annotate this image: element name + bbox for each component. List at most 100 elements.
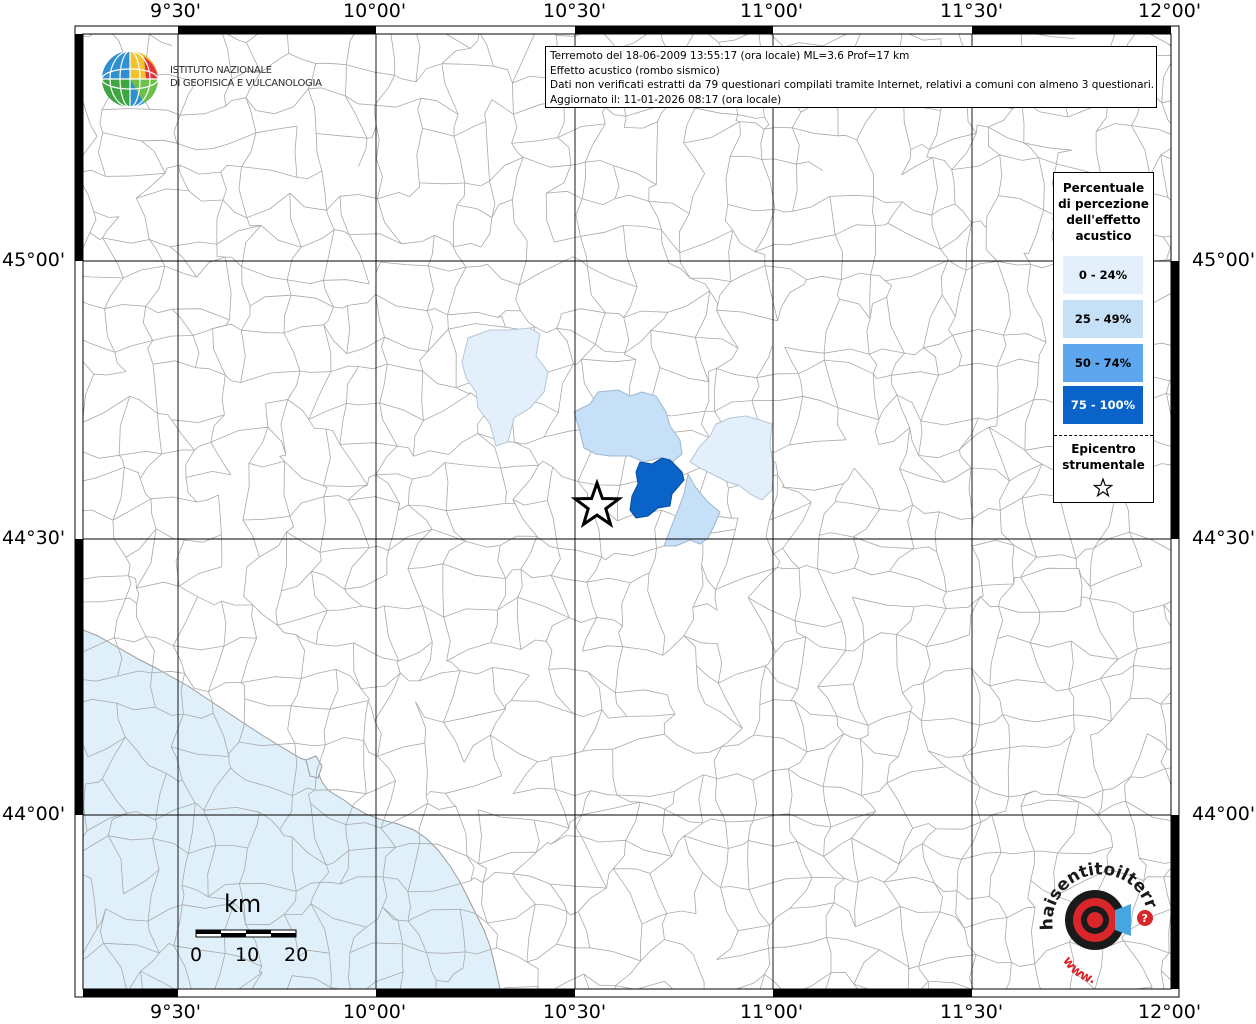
municipal-boundary-line [1180, 858, 1214, 860]
lon-label-top: 10°00' [343, 0, 407, 22]
municipal-boundary-line [1077, 1014, 1098, 1021]
municipal-boundary-line [1176, 554, 1185, 589]
legend-class-0-24: 0 - 24% [1063, 256, 1143, 294]
municipal-boundary-line [1169, 43, 1171, 45]
lon-label-top: 12°00' [1138, 0, 1202, 22]
legend-epicenter-line: strumentale [1062, 458, 1145, 472]
municipal-boundary-line [1179, 640, 1208, 646]
municipal-boundary-line [1186, 666, 1214, 682]
legend-divider [1054, 435, 1153, 436]
municipal-boundary-line [70, 296, 75, 335]
municipal-boundary-line [1179, 329, 1211, 347]
municipal-boundary-line [329, 987, 332, 989]
municipal-boundary-line [695, 1017, 729, 1024]
municipal-boundary-line [68, 534, 72, 581]
scale-tick-label: 0 [190, 944, 203, 966]
event-info-box: Terremoto del 18-06-2009 13:55:17 (ora l… [545, 46, 1157, 108]
legend-box: Percentuale di percezione dell'effetto a… [1053, 172, 1154, 503]
municipal-boundary-line [956, 22, 1000, 26]
municipal-boundary-line [1056, 1014, 1076, 1024]
municipal-boundary-line [739, 987, 741, 989]
municipal-boundary-line [284, 1020, 310, 1024]
legend-title-line: Percentuale [1062, 181, 1145, 195]
municipal-boundary-line [903, 1000, 914, 1017]
municipal-boundary-line [146, 34, 150, 35]
lon-label-top: 11°30' [940, 0, 1004, 22]
municipal-boundary-line [69, 962, 79, 973]
municipal-boundary-line [1184, 467, 1219, 484]
municipal-boundary-line [1180, 449, 1183, 466]
legend-title-line: dell'effetto [1066, 213, 1141, 227]
legend-title-line: di percezione [1058, 197, 1149, 211]
municipal-boundary-line [1165, 767, 1171, 769]
municipal-boundary-line [826, 1015, 878, 1023]
municipal-boundary-line [428, 1011, 467, 1024]
municipal-boundary-line [69, 972, 82, 1008]
lat-label-right: 45°00' [1192, 249, 1256, 271]
legend-epicenter-label: Epicentro strumentale [1054, 441, 1153, 473]
lon-label-bottom: 9°30' [150, 1001, 201, 1023]
municipal-boundary-line [70, 581, 74, 602]
scale-tick-label: 20 [284, 944, 309, 966]
municipal-boundary-line [878, 1013, 914, 1021]
municipal-boundary-line [1098, 1021, 1107, 1024]
municipal-boundary-line [1098, 1021, 1124, 1024]
star-icon [1093, 478, 1113, 498]
lat-label-right: 44°30' [1192, 527, 1256, 549]
lat-label-left: 44°30' [2, 527, 66, 549]
scale-unit: km [224, 890, 262, 918]
municipal-boundary-line [467, 1011, 482, 1024]
municipal-boundary-line [479, 24, 539, 33]
svg-text:?: ? [1142, 912, 1148, 925]
municipal-boundary-line [71, 678, 72, 705]
hst-logo-prefix: www. [1059, 954, 1096, 988]
municipal-boundary-line [212, 998, 223, 1024]
lon-label-bottom: 12°00' [1138, 1001, 1202, 1023]
municipal-boundary-line [467, 1011, 474, 1024]
municipal-boundary-line [695, 1017, 704, 1024]
lon-label-bottom: 10°30' [543, 1001, 607, 1023]
municipal-boundary-line [72, 511, 80, 534]
lon-label-bottom: 11°00' [740, 1001, 804, 1023]
institute-line-1: ISTITUTO NAZIONALE [170, 65, 272, 76]
municipal-boundary-line [82, 1008, 88, 1024]
municipal-boundary-line [330, 987, 343, 989]
municipal-boundary-line [974, 990, 1003, 997]
data-note: Dati non verificati estratti da 79 quest… [550, 79, 1155, 91]
lon-label-top: 10°30' [543, 0, 607, 22]
legend-class-75-100: 75 - 100% [1063, 386, 1143, 424]
municipal-boundary-line [222, 1015, 244, 1024]
municipal-boundary-line [71, 452, 83, 484]
municipal-boundary-line [661, 1006, 695, 1016]
municipal-boundary-line [80, 423, 82, 452]
municipal-boundary-line [1179, 467, 1183, 515]
municipal-boundary-line [907, 1018, 913, 1024]
municipal-boundary-line [244, 1015, 284, 1024]
municipal-boundary-line [1185, 588, 1190, 593]
municipal-boundary-line [1094, 989, 1098, 1020]
haisentitoilterremoto-logo-icon: ? haisentitoilterremoto.it www. [1033, 860, 1161, 988]
scale-bar-graphic [195, 929, 297, 938]
scale-tick-label: 10 [235, 944, 260, 966]
ingv-globe-icon [101, 50, 159, 108]
municipal-boundary-line [391, 20, 413, 33]
legend-title-line: acustico [1075, 229, 1132, 243]
scale-bar: km 0 10 20 [190, 890, 320, 970]
lat-label-right: 44°00' [1192, 803, 1256, 825]
lat-label-left: 44°00' [2, 803, 66, 825]
municipal-boundary-line [864, 26, 902, 32]
municipal-boundary-line [695, 1000, 704, 1017]
municipal-boundary-line [477, 999, 482, 1024]
update-timestamp: Aggiornato il: 11-01-2026 08:17 (ora loc… [550, 93, 782, 106]
lon-label-top: 9°30' [150, 0, 201, 22]
municipal-boundary-line [1184, 140, 1214, 145]
lon-label-bottom: 10°00' [343, 1001, 407, 1023]
event-title: Terremoto del 18-06-2009 13:55:17 (ora l… [550, 50, 910, 62]
municipal-boundary-line [1028, 1014, 1076, 1024]
municipal-boundary-line [194, 998, 211, 1000]
municipal-boundary-line [123, 1001, 130, 1024]
municipal-boundary-line [651, 1006, 661, 1024]
institute-name: ISTITUTO NAZIONALE DI GEOFISICA E VULCAN… [170, 64, 322, 90]
lat-label-left: 45°00' [2, 249, 66, 271]
legend-class-25-49: 25 - 49% [1063, 300, 1143, 338]
